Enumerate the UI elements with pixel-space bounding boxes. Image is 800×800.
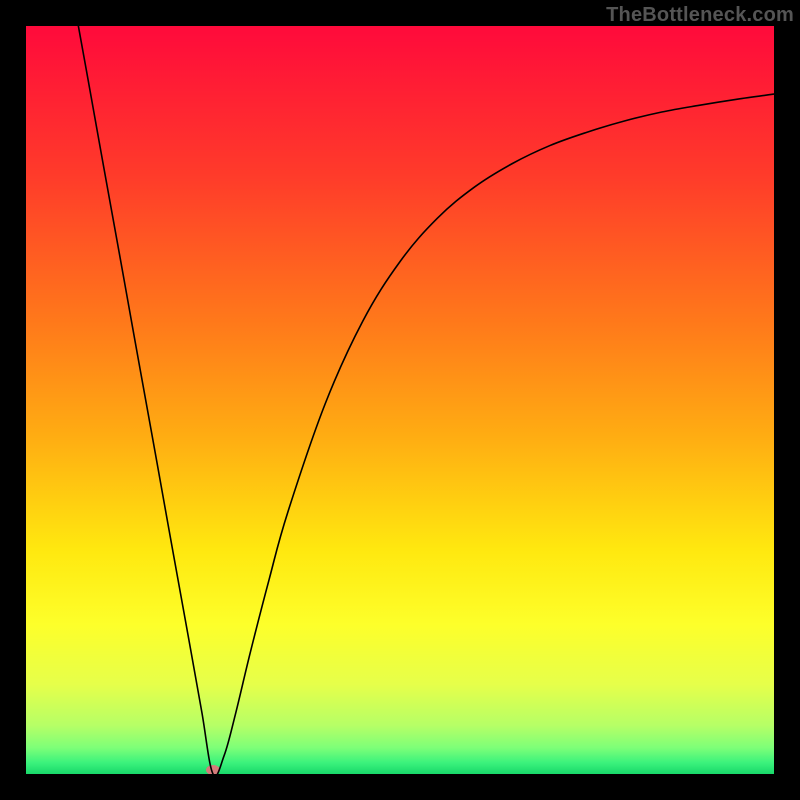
chart-frame: TheBottleneck.com	[0, 0, 800, 800]
bottleneck-chart	[26, 26, 774, 774]
chart-background	[26, 26, 774, 774]
watermark-text: TheBottleneck.com	[606, 4, 794, 27]
